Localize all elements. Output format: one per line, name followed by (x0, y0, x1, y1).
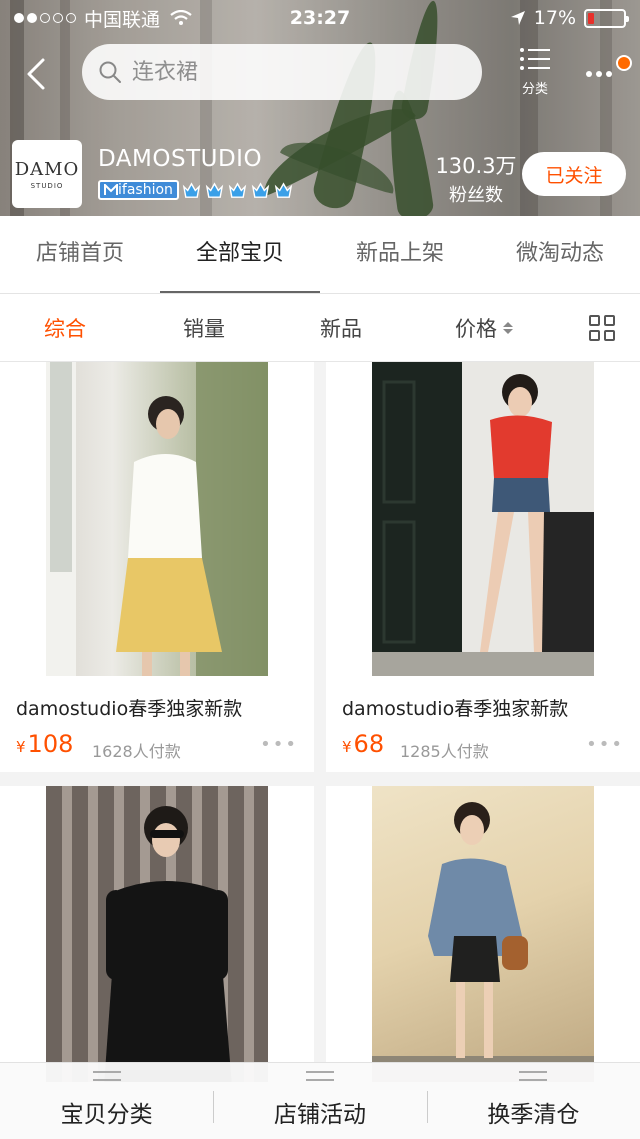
tab-feed[interactable]: 微淘动态 (480, 216, 640, 294)
fans-number: 130.3万 (435, 154, 517, 178)
sort-comprehensive[interactable]: 综合 (0, 313, 130, 343)
grid-icon (589, 314, 615, 341)
menu-icon (92, 1071, 121, 1081)
product-price: ¥68 (342, 730, 384, 758)
price-value: 108 (27, 730, 74, 758)
shop-info: DAMO STUDIO DAMOSTUDIO ifashion 130.3万 粉… (12, 138, 628, 210)
tab-all-items[interactable]: 全部宝贝 (160, 216, 320, 294)
battery-percent: 17% (533, 7, 576, 29)
ifashion-badge: ifashion (98, 180, 179, 200)
search-input[interactable] (132, 59, 432, 85)
shop-logo-text: DAMO (14, 158, 80, 180)
shop-page: 中国联通 23:27 17% 连衣裙 分类 DAMO STUDIO DAMOST… (0, 0, 640, 1139)
search-icon (99, 61, 121, 83)
product-card[interactable] (326, 786, 640, 1082)
product-card[interactable]: damostudio春季独家新款 ¥68 1285人付款 ••• (326, 362, 640, 772)
sort-sales[interactable]: 销量 (130, 313, 278, 343)
sort-bar: 综合 销量 新品 价格 (0, 294, 640, 362)
grid-view-toggle[interactable] (564, 314, 640, 341)
crown-icon (182, 181, 201, 198)
product-image[interactable] (46, 786, 268, 1082)
more-dots-icon (586, 71, 612, 77)
tmall-m-icon (104, 184, 118, 195)
model-photo (46, 362, 268, 676)
shop-tabs: 店铺首页 全部宝贝 新品上架 微淘动态 (0, 216, 640, 294)
status-bar: 中国联通 23:27 17% (0, 0, 640, 36)
crown-icon (228, 181, 247, 198)
currency-symbol: ¥ (342, 738, 352, 756)
carrier-name: 中国联通 (84, 8, 161, 31)
model-photo (372, 362, 594, 676)
shop-bottom-bar: 宝贝分类 店铺活动 换季清仓 (0, 1062, 640, 1139)
currency-symbol: ¥ (16, 738, 26, 756)
shop-header-background: 中国联通 23:27 17% 连衣裙 分类 DAMO STUDIO DAMOST… (0, 0, 640, 216)
crown-icon (251, 181, 270, 198)
more-menu-button[interactable] (584, 55, 632, 88)
shop-logo-subtext: STUDIO (30, 181, 64, 190)
shop-logo[interactable]: DAMO STUDIO (12, 140, 82, 208)
more-dots-icon[interactable]: ••• (260, 734, 298, 755)
more-dots-icon[interactable]: ••• (586, 734, 624, 755)
bottom-item-promotions[interactable]: 店铺活动 (213, 1063, 426, 1139)
crown-icon (274, 181, 293, 198)
fans-count: 130.3万 粉丝数 (428, 150, 524, 207)
menu-icon (519, 1071, 548, 1081)
product-image[interactable] (46, 362, 268, 676)
sales-count: 1285人付款 (400, 742, 489, 761)
bottom-item-categories[interactable]: 宝贝分类 (0, 1063, 213, 1139)
product-card[interactable]: damostudio春季独家新款 ¥108 1628人付款 ••• (0, 362, 314, 772)
battery-level (588, 12, 594, 24)
product-title[interactable]: damostudio春季独家新款 (16, 694, 242, 721)
sort-price[interactable]: 价格 (404, 313, 564, 343)
menu-icon (305, 1071, 334, 1081)
model-photo (104, 806, 232, 1082)
shop-name: DAMOSTUDIO (98, 146, 263, 172)
product-image[interactable] (372, 362, 594, 676)
battery-icon (584, 8, 629, 28)
follow-button[interactable]: 已关注 (522, 152, 626, 196)
chevron-left-icon (27, 58, 45, 90)
sort-arrows-icon (503, 321, 513, 334)
location-arrow-icon (510, 11, 525, 25)
tab-new-arrivals[interactable]: 新品上架 (320, 216, 480, 294)
bottom-item-label: 店铺活动 (273, 1102, 366, 1128)
sort-newest[interactable]: 新品 (278, 313, 404, 343)
bottom-item-label: 换季清仓 (487, 1102, 580, 1128)
sort-price-label: 价格 (455, 316, 497, 341)
bottom-item-label: 宝贝分类 (60, 1102, 153, 1128)
product-image[interactable] (372, 786, 594, 1082)
product-price: ¥108 (16, 730, 73, 758)
model-photo (372, 802, 594, 1082)
signal-icon (14, 13, 76, 23)
wifi-icon (170, 10, 192, 25)
tab-home[interactable]: 店铺首页 (0, 216, 160, 294)
bottom-item-clearance[interactable]: 换季清仓 (426, 1063, 640, 1139)
product-card[interactable] (0, 786, 314, 1082)
back-button[interactable] (18, 52, 54, 96)
notification-dot (616, 55, 632, 71)
category-button[interactable]: 分类 (512, 46, 558, 100)
shop-badges: ifashion (98, 180, 293, 200)
category-label: 分类 (521, 82, 548, 97)
product-grid: damostudio春季独家新款 ¥108 1628人付款 ••• damost… (0, 362, 640, 1082)
price-value: 68 (353, 730, 385, 758)
list-icon (520, 48, 550, 70)
crown-icon (205, 181, 224, 198)
fans-label: 粉丝数 (449, 185, 503, 206)
sales-count: 1628人付款 (92, 742, 181, 761)
search-bar[interactable] (82, 44, 482, 100)
product-title[interactable]: damostudio春季独家新款 (342, 694, 568, 721)
ifashion-label: ifashion (118, 182, 173, 198)
